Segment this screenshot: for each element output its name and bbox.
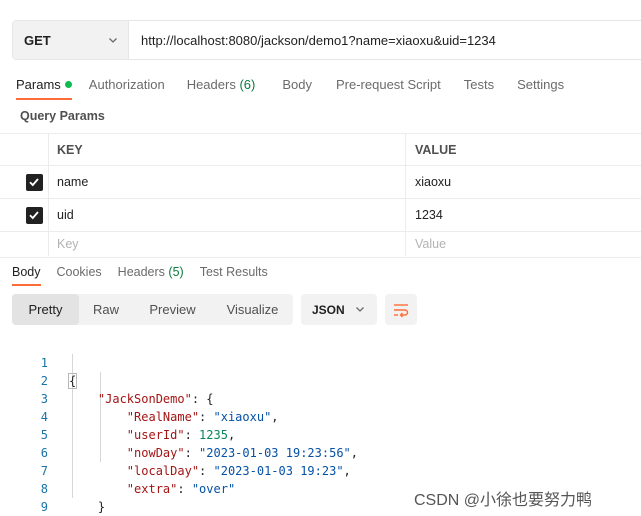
table-row: name xiaoxu [0,166,641,199]
checkmark-icon [29,211,39,220]
view-mode-preview[interactable]: Preview [133,294,212,325]
line-number: 9 [40,500,48,514]
tab-label: Tests [463,77,495,92]
view-mode-raw[interactable]: Raw [79,294,133,325]
header-checkbox-cell [0,134,49,165]
query-params-table: KEY VALUE name xiaoxu uid 1234 Key Value [0,133,641,256]
table-header-row: KEY VALUE [0,133,641,166]
tab-params[interactable]: Params [16,68,72,100]
query-params-title: Query Params [20,109,105,123]
tab-headers[interactable]: Headers (6) [187,68,256,100]
request-bar: GET http://localhost:8080/jackson/demo1?… [12,20,641,60]
tab-tests[interactable]: Tests [464,68,494,100]
row-checkbox-cell [0,232,49,256]
view-mode-visualize[interactable]: Visualize [212,294,293,325]
headers-count: (6) [239,77,256,92]
code-line: 2 "JackSonDemo": { [0,354,641,406]
code-line: 4 "userId": 1235, [0,390,641,442]
param-checkbox[interactable] [25,206,43,224]
code-line: 8 } [0,462,641,514]
param-checkbox[interactable] [25,173,43,191]
tab-label: Pre-request Script [335,77,441,92]
response-headers-count: (5) [168,265,184,279]
table-row: uid 1234 [0,199,641,232]
row-checkbox-cell [0,166,49,198]
tab-label: Test Results [199,265,268,279]
method-label: GET [24,32,51,48]
tab-label: Headers [186,77,236,92]
checkmark-icon [29,178,39,187]
tab-label: Authorization [88,77,165,92]
new-key-input[interactable]: Key [49,232,406,256]
tab-label: Body [282,77,312,92]
new-value-input[interactable]: Value [406,232,641,256]
tab-label: Headers [117,265,165,279]
tab-pre-request-script[interactable]: Pre-request Script [336,68,441,100]
response-tab-body[interactable]: Body [12,258,41,286]
url-text: http://localhost:8080/jackson/demo1?name… [141,32,496,48]
column-header-key: KEY [49,134,406,165]
column-header-value: VALUE [415,142,457,157]
tab-label: Params [16,77,61,92]
tab-body[interactable]: Body [282,68,312,100]
watermark: CSDN @小徐也要努力鸭 [414,492,593,509]
table-row-placeholder: Key Value [0,232,641,256]
chevron-down-icon [109,38,117,43]
code-line: 7 "extra": "over" [0,444,641,496]
param-key-cell[interactable]: name [49,166,406,198]
tab-label: Cookies [56,265,102,279]
wrap-lines-button[interactable] [385,294,417,325]
tab-authorization[interactable]: Authorization [89,68,165,100]
wrap-lines-icon [394,303,409,317]
param-value-cell[interactable]: xiaoxu [406,166,641,198]
tab-label: Settings [517,77,565,92]
view-mode-switcher: Pretty Raw Preview Visualize [12,294,293,325]
param-value-cell[interactable]: 1234 [406,199,641,231]
code-line: 1 { [0,336,641,389]
code-line: 3 "RealName": "xiaoxu", [0,372,641,424]
method-select[interactable]: GET [13,21,129,59]
row-checkbox-cell [0,199,49,231]
param-key-cell[interactable]: uid [49,199,406,231]
response-tab-cookies[interactable]: Cookies [57,258,102,286]
code-line: 5 "nowDay": "2023-01-03 19:23:56", [0,408,641,460]
chevron-down-icon [356,307,364,312]
tab-settings[interactable]: Settings [517,68,564,100]
response-tabs: Body Cookies Headers (5) Test Results [0,257,641,286]
request-tabs: Params Authorization Headers (6) Body Pr… [0,68,641,100]
view-mode-pretty[interactable]: Pretty [12,294,79,325]
url-input[interactable]: http://localhost:8080/jackson/demo1?name… [129,21,641,59]
response-tab-test-results[interactable]: Test Results [200,258,268,286]
format-label: JSON [312,302,345,317]
format-select[interactable]: JSON [301,294,377,325]
params-active-dot [64,81,72,88]
response-body-code[interactable]: 1 { 2 "JackSonDemo": { 3 "RealName": "xi… [0,336,641,514]
tab-label: Body [12,265,41,279]
response-tab-headers[interactable]: Headers (5) [118,258,184,286]
code-line: 6 "localDay": "2023-01-03 19:23", [0,426,641,478]
code-text: } [69,500,106,514]
